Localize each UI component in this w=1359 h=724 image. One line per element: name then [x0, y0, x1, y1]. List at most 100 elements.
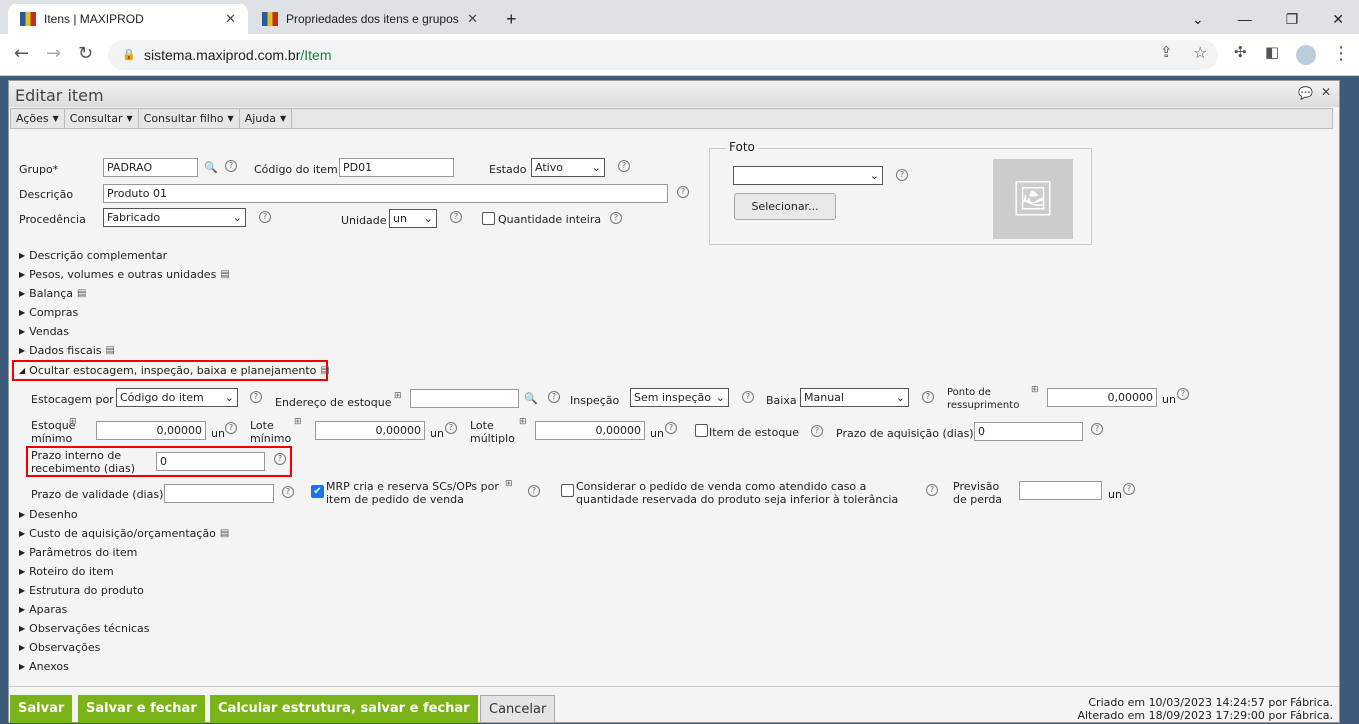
- section-obs-tecnicas[interactable]: ▶ Observações técnicas: [19, 622, 150, 635]
- menu-consultar-filho[interactable]: Consultar filho ▼: [139, 109, 240, 128]
- section-compras[interactable]: ▶ Compras: [19, 306, 78, 319]
- close-tab-icon[interactable]: ✕: [467, 11, 478, 27]
- descricao-input[interactable]: Produto 01: [103, 184, 668, 203]
- avatar[interactable]: [1296, 45, 1316, 65]
- prazo-aquisicao-label: Prazo de aquisição (dias): [836, 427, 974, 440]
- help-icon[interactable]: ?: [665, 422, 677, 434]
- calcular-button[interactable]: Calcular estrutura, salvar e fechar: [210, 695, 478, 723]
- menu-ajuda[interactable]: Ajuda ▼: [240, 109, 293, 128]
- procedencia-select[interactable]: Fabricado ⌄: [103, 208, 246, 227]
- estado-select[interactable]: Ativo ⌄: [531, 158, 605, 177]
- section-balanca[interactable]: ▶ Balança ▤: [19, 287, 86, 300]
- help-icon[interactable]: ?: [445, 422, 457, 434]
- salvar-button[interactable]: Salvar: [10, 695, 73, 723]
- alterado-text: Alterado em 18/09/2023 17:29:00 por Fábr…: [1077, 709, 1333, 722]
- star-icon[interactable]: ☆: [1193, 43, 1207, 62]
- prazo-interno-input[interactable]: 0: [156, 452, 265, 471]
- close-window-icon[interactable]: ✕: [1332, 11, 1344, 28]
- section-estocagem-open[interactable]: ◢ Ocultar estocagem, inspeção, baixa e pl…: [19, 364, 330, 377]
- help-icon[interactable]: ?: [548, 391, 560, 403]
- salvar-fechar-button[interactable]: Salvar e fechar: [78, 695, 205, 723]
- tab-itens[interactable]: Itens | MAXIPROD ✕: [8, 4, 248, 34]
- triangle-right-icon: ▶: [19, 624, 26, 633]
- considerar-checkbox[interactable]: [561, 484, 574, 497]
- extensions-icon[interactable]: ✣: [1234, 43, 1247, 61]
- ponto-input[interactable]: 0,00000: [1047, 388, 1157, 407]
- tab-propriedades[interactable]: Propriedades dos itens e grupos ✕: [250, 4, 490, 34]
- search-icon[interactable]: 🔍: [204, 161, 218, 174]
- validade-input[interactable]: [164, 484, 274, 503]
- section-desenho[interactable]: ▶ Desenho: [19, 508, 78, 521]
- foto-select[interactable]: ⌄: [733, 166, 883, 185]
- help-icon[interactable]: ?: [811, 425, 823, 437]
- section-vendas[interactable]: ▶ Vendas: [19, 325, 69, 338]
- help-icon[interactable]: ?: [225, 160, 237, 172]
- grupo-input[interactable]: PADRAO: [103, 158, 198, 177]
- restore-icon[interactable]: ❐: [1286, 11, 1299, 28]
- selecionar-button[interactable]: Selecionar...: [734, 193, 836, 220]
- help-icon[interactable]: ?: [926, 484, 938, 496]
- reload-icon[interactable]: ↻: [78, 43, 93, 64]
- url-field[interactable]: 🔒 sistema.maxiprod.com.br/Item: [108, 40, 1218, 70]
- more-icon[interactable]: ⋮: [1332, 43, 1350, 64]
- endereco-input[interactable]: [410, 389, 519, 408]
- prazo-aquisicao-input[interactable]: 0: [974, 422, 1083, 441]
- minimize-icon[interactable]: —: [1238, 11, 1252, 27]
- sidepanel-icon[interactable]: ◧: [1265, 43, 1279, 61]
- lote-minimo-input[interactable]: 0,00000: [315, 421, 425, 440]
- help-icon[interactable]: ?: [282, 486, 294, 498]
- section-aparas[interactable]: ▶ Aparas: [19, 603, 67, 616]
- forward-icon[interactable]: →: [46, 43, 61, 64]
- baixa-select[interactable]: Manual ⌄: [800, 388, 909, 407]
- menu-consultar[interactable]: Consultar ▼: [65, 109, 139, 128]
- section-estrutura[interactable]: ▶ Estrutura do produto: [19, 584, 144, 597]
- section-parametros[interactable]: ▶ Parâmetros do item: [19, 546, 137, 559]
- perda-input[interactable]: [1019, 481, 1102, 500]
- close-tab-icon[interactable]: ✕: [225, 11, 236, 27]
- share-icon[interactable]: ⇪: [1160, 43, 1173, 61]
- section-anexos[interactable]: ▶ Anexos: [19, 660, 69, 673]
- comment-icon[interactable]: 💬: [1298, 86, 1313, 100]
- help-icon[interactable]: ?: [677, 186, 689, 198]
- section-pesos[interactable]: ▶ Pesos, volumes e outras unidades ▤: [19, 268, 230, 281]
- menu-acoes[interactable]: Ações ▼: [11, 109, 65, 128]
- close-icon[interactable]: ✕: [1321, 85, 1331, 99]
- help-icon[interactable]: ?: [896, 169, 908, 181]
- section-dados-fiscais[interactable]: ▶ Dados fiscais ▤: [19, 344, 115, 357]
- help-icon[interactable]: ?: [225, 422, 237, 434]
- help-icon[interactable]: ?: [250, 391, 262, 403]
- section-observacoes[interactable]: ▶ Observações: [19, 641, 100, 654]
- mrp-checkbox[interactable]: ✔: [311, 485, 324, 498]
- cancelar-button[interactable]: Cancelar: [480, 695, 556, 723]
- help-icon[interactable]: ?: [274, 453, 286, 465]
- inspecao-select[interactable]: Sem inspeção ⌄: [630, 388, 729, 407]
- new-tab-button[interactable]: +: [494, 4, 529, 34]
- estoque-minimo-input[interactable]: 0,00000: [96, 421, 206, 440]
- section-roteiro[interactable]: ▶ Roteiro do item: [19, 565, 114, 578]
- help-icon[interactable]: ?: [1177, 388, 1189, 400]
- panel-title-text: Editar item: [15, 86, 104, 105]
- codigo-input[interactable]: PD01: [339, 158, 454, 177]
- chevron-down-icon[interactable]: ⌄: [1192, 11, 1204, 28]
- section-label: Ocultar estocagem, inspeção, baixa e pla…: [29, 364, 317, 377]
- search-icon[interactable]: 🔍: [524, 392, 538, 405]
- triangle-right-icon: ▶: [19, 346, 26, 355]
- section-descricao-complementar[interactable]: ▶ Descrição complementar: [19, 249, 167, 262]
- unidade-select[interactable]: un ⌄: [389, 209, 437, 228]
- item-estoque-checkbox[interactable]: [695, 424, 708, 437]
- section-custo[interactable]: ▶ Custo de aquisição/orçamentação ▤: [19, 527, 229, 540]
- help-icon[interactable]: ?: [618, 160, 630, 172]
- estocagem-select[interactable]: Código do item ⌄: [116, 388, 238, 407]
- lote-multiplo-input[interactable]: 0,00000: [535, 421, 645, 440]
- quantidade-inteira-checkbox[interactable]: [482, 212, 495, 225]
- help-icon[interactable]: ?: [450, 211, 462, 223]
- help-icon[interactable]: ?: [742, 391, 754, 403]
- help-icon[interactable]: ?: [259, 211, 271, 223]
- window-controls[interactable]: ⌄ — ❐ ✕: [1180, 4, 1356, 34]
- back-icon[interactable]: ←: [14, 43, 29, 64]
- help-icon[interactable]: ?: [1091, 423, 1103, 435]
- help-icon[interactable]: ?: [528, 485, 540, 497]
- help-icon[interactable]: ?: [1123, 483, 1135, 495]
- help-icon[interactable]: ?: [610, 212, 622, 224]
- help-icon[interactable]: ?: [922, 391, 934, 403]
